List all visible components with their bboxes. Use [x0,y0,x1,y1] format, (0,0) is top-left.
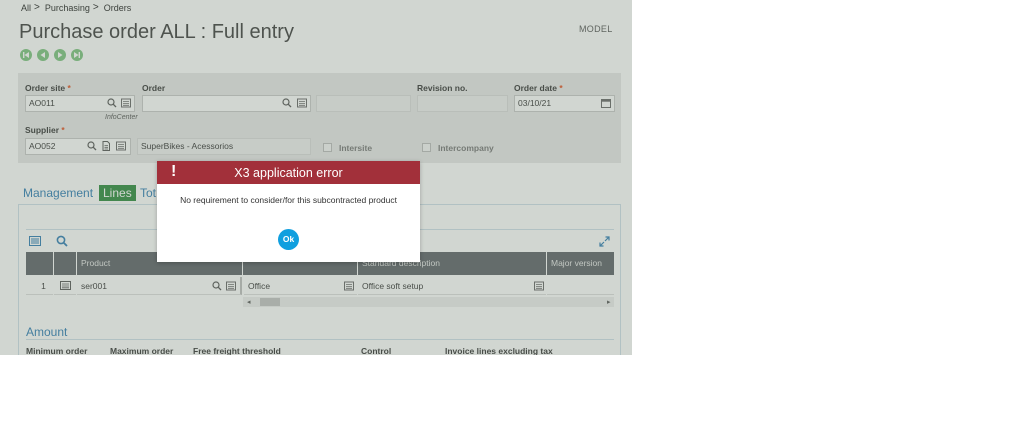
dialog-header: ! X3 application error [157,161,420,184]
dialog-message: No requirement to consider/for this subc… [180,195,397,205]
dialog-title: X3 application error [234,166,343,180]
app-window: All > Purchasing > Orders MODEL Purchase… [0,0,632,355]
ok-button[interactable]: Ok [278,229,299,250]
error-dialog: ! X3 application error No requirement to… [157,161,420,262]
